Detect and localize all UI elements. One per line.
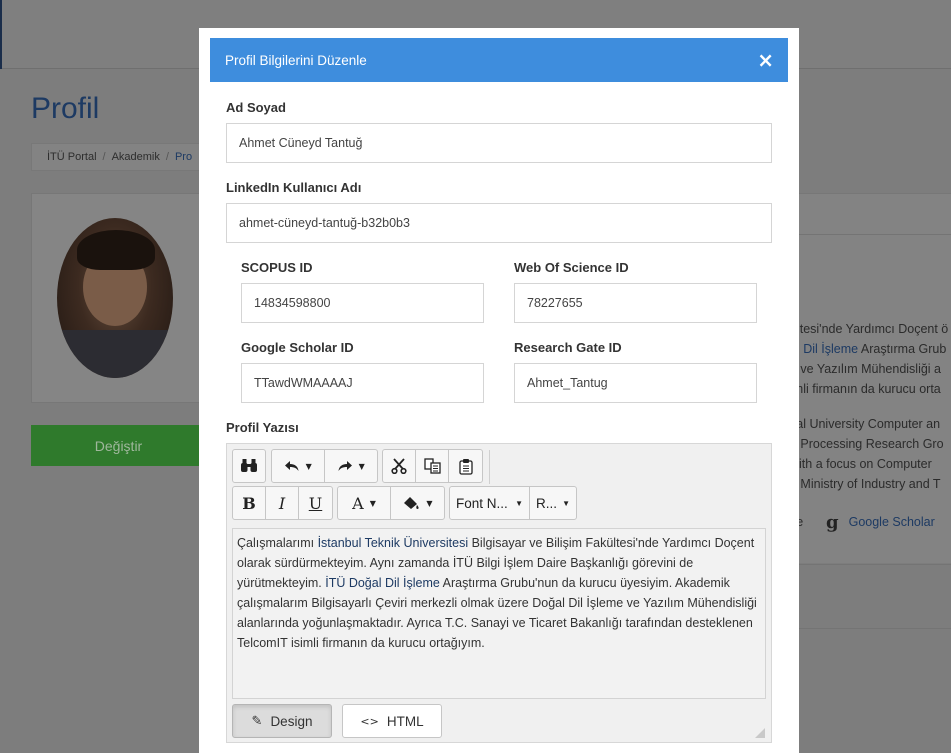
undo-icon bbox=[284, 461, 299, 471]
bio-text-line: e Ministry of Industry and T bbox=[790, 477, 941, 491]
google-scholar-label: Google Scholar bbox=[848, 515, 935, 529]
toolbar-group-font: Font N... ▼ R... ▼ bbox=[449, 486, 577, 520]
avatar-shirt bbox=[57, 330, 173, 378]
change-photo-button[interactable]: Değiştir bbox=[31, 425, 206, 466]
divider bbox=[788, 564, 951, 565]
paste-button[interactable] bbox=[449, 450, 482, 482]
chevron-down-icon: ▼ bbox=[358, 461, 365, 471]
html-mode-label: HTML bbox=[386, 713, 424, 729]
font-color-button[interactable]: A ▼ bbox=[338, 487, 392, 519]
bio-text-line: e Processing Research Gro bbox=[790, 437, 944, 451]
html-mode-button[interactable]: <> HTML bbox=[342, 704, 442, 738]
bio-label: Profil Yazısı bbox=[226, 420, 299, 435]
name-label: Ad Soyad bbox=[226, 100, 286, 115]
divider bbox=[788, 628, 951, 629]
bio-text-line: al Dil İşleme Araştırma Grub bbox=[790, 342, 946, 356]
undo-button[interactable]: ▼ bbox=[272, 450, 325, 482]
scopus-field[interactable] bbox=[241, 283, 484, 323]
font-color-icon: A bbox=[352, 493, 364, 513]
cut-button[interactable] bbox=[383, 450, 416, 482]
paste-icon bbox=[458, 458, 473, 475]
wos-field[interactable] bbox=[514, 283, 757, 323]
redo-icon bbox=[338, 461, 352, 471]
resize-handle-icon[interactable] bbox=[755, 728, 765, 738]
researchgate-label: Research Gate ID bbox=[514, 340, 622, 355]
scholar-field[interactable] bbox=[241, 363, 484, 403]
divider bbox=[788, 234, 951, 235]
toolbar-group-find bbox=[232, 449, 266, 483]
toolbar-group-clipboard bbox=[382, 449, 483, 483]
toolbar-group-format: B I U bbox=[232, 486, 333, 520]
bio-text-line: imli firmanın da kurucu orta bbox=[790, 382, 941, 396]
paint-bucket-icon bbox=[404, 497, 419, 509]
pencil-icon: ✎ bbox=[251, 713, 263, 729]
scissors-icon bbox=[391, 458, 407, 474]
design-mode-button[interactable]: ✎ Design bbox=[232, 704, 332, 738]
avatar-hair bbox=[77, 230, 155, 270]
bio-text-line: ültesi'nde Yardımcı Doçent ö bbox=[790, 322, 949, 336]
navbar-edge bbox=[0, 0, 2, 69]
breadcrumb-item-portal[interactable]: İTÜ Portal bbox=[47, 151, 97, 163]
copy-icon bbox=[423, 458, 441, 474]
underline-button[interactable]: U bbox=[299, 487, 332, 519]
find-button[interactable] bbox=[233, 450, 265, 482]
italic-button[interactable]: I bbox=[266, 487, 299, 519]
scopus-label: SCOPUS ID bbox=[241, 260, 313, 275]
font-size-select[interactable]: R... ▼ bbox=[530, 487, 576, 519]
name-field[interactable] bbox=[226, 123, 772, 163]
linkedin-field[interactable] bbox=[226, 203, 772, 243]
copy-button[interactable] bbox=[416, 450, 449, 482]
chevron-down-icon: ▼ bbox=[562, 498, 570, 508]
chevron-down-icon: ▼ bbox=[305, 461, 312, 471]
modal-header: Profil Bilgilerini Düzenle × bbox=[210, 38, 788, 82]
font-size-value: R... bbox=[536, 495, 558, 511]
nlp-group-link[interactable]: İTÜ Doğal Dil İşleme bbox=[325, 576, 440, 590]
google-scholar-icon: g bbox=[826, 512, 839, 533]
breadcrumb-item-current: Pro bbox=[174, 151, 193, 163]
bio-text-line: cal University Computer an bbox=[790, 417, 941, 431]
font-name-value: Font N... bbox=[456, 495, 508, 511]
linkedin-label: LinkedIn Kullanıcı Adı bbox=[226, 180, 362, 195]
google-scholar-link[interactable]: g Google Scholar bbox=[826, 512, 935, 533]
bold-button[interactable]: B bbox=[233, 487, 266, 519]
binoculars-icon bbox=[241, 459, 257, 472]
page-title: Profil bbox=[31, 92, 100, 125]
bio-text-line: Araştırma Grub bbox=[858, 342, 947, 356]
redo-button[interactable]: ▼ bbox=[325, 450, 378, 482]
researchgate-field[interactable] bbox=[514, 363, 757, 403]
code-icon: <> bbox=[360, 714, 379, 728]
highlight-button[interactable]: ▼ bbox=[391, 487, 444, 519]
bio-text-line: with a focus on Computer bbox=[790, 457, 932, 471]
design-mode-label: Design bbox=[270, 713, 313, 729]
toolbar-group-color: A ▼ ▼ bbox=[337, 486, 445, 520]
modal-title: Profil Bilgilerini Düzenle bbox=[225, 52, 367, 68]
chevron-down-icon: ▼ bbox=[426, 498, 433, 508]
itu-link[interactable]: İstanbul Teknik Üniversitesi bbox=[318, 536, 469, 550]
breadcrumb-item-akademik[interactable]: Akademik bbox=[112, 151, 160, 163]
chevron-down-icon: ▼ bbox=[369, 498, 376, 508]
bio-card bbox=[788, 193, 951, 563]
bio-link[interactable]: al Dil İşleme bbox=[790, 342, 858, 356]
close-icon[interactable]: × bbox=[757, 50, 774, 70]
chevron-down-icon: ▼ bbox=[515, 498, 523, 508]
scholar-label: Google Scholar ID bbox=[241, 340, 354, 355]
toolbar-group-history: ▼ ▼ bbox=[271, 449, 378, 483]
bio-text: Çalışmalarımı bbox=[237, 536, 318, 550]
wos-label: Web Of Science ID bbox=[514, 260, 629, 275]
avatar bbox=[57, 218, 173, 378]
font-name-select[interactable]: Font N... ▼ bbox=[450, 487, 530, 519]
bio-text-line: e ve Yazılım Mühendisliği a bbox=[790, 362, 942, 376]
toolbar-separator bbox=[489, 450, 490, 484]
editor-content[interactable]: Çalışmalarımı İstanbul Teknik Üniversite… bbox=[232, 528, 766, 699]
